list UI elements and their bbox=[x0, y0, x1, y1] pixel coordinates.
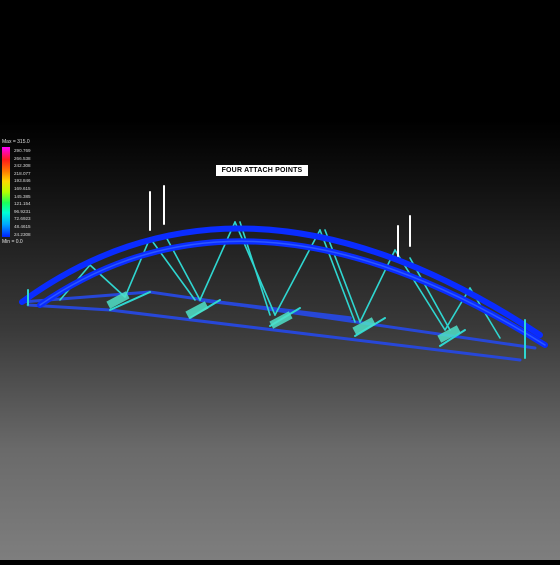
truss-model bbox=[19, 185, 548, 362]
gusset-plate bbox=[269, 311, 293, 329]
legend-tick-label: 266.538 bbox=[14, 155, 31, 161]
legend-tick-label: 24.2308 bbox=[14, 231, 31, 237]
legend-tick-label: 48.4615 bbox=[14, 224, 31, 229]
legend-tick-label: 72.6923 bbox=[14, 216, 31, 222]
legend-tick-label: 193.846 bbox=[14, 178, 31, 184]
fea-viewport[interactable] bbox=[0, 0, 560, 560]
attach-points-callout: FOUR ATTACH POINTS bbox=[216, 165, 308, 176]
legend-max-label: Max = 315.0 bbox=[2, 139, 30, 145]
legend-tick-label: 145.385 bbox=[14, 193, 31, 199]
legend-tick-label: 218.077 bbox=[14, 170, 31, 176]
gusset-plate bbox=[352, 317, 376, 335]
web-diagonal bbox=[199, 221, 236, 301]
legend-tick-label: 121.154 bbox=[14, 201, 31, 207]
gusset-plate bbox=[185, 301, 209, 319]
legend-min-label: Min = 0.0 bbox=[2, 239, 23, 245]
stress-legend: Max = 315.0 290.769 266.538 242.308 218.077… bbox=[2, 139, 42, 249]
web-diagonal bbox=[239, 221, 271, 316]
legend-tick-label: 242.308 bbox=[14, 163, 31, 169]
legend-tick-label: 169.615 bbox=[14, 186, 31, 191]
legend-tick-label: 290.769 bbox=[14, 148, 31, 153]
legend-tick-label: 96.9231 bbox=[14, 208, 31, 214]
legend-colorbar bbox=[2, 147, 10, 237]
